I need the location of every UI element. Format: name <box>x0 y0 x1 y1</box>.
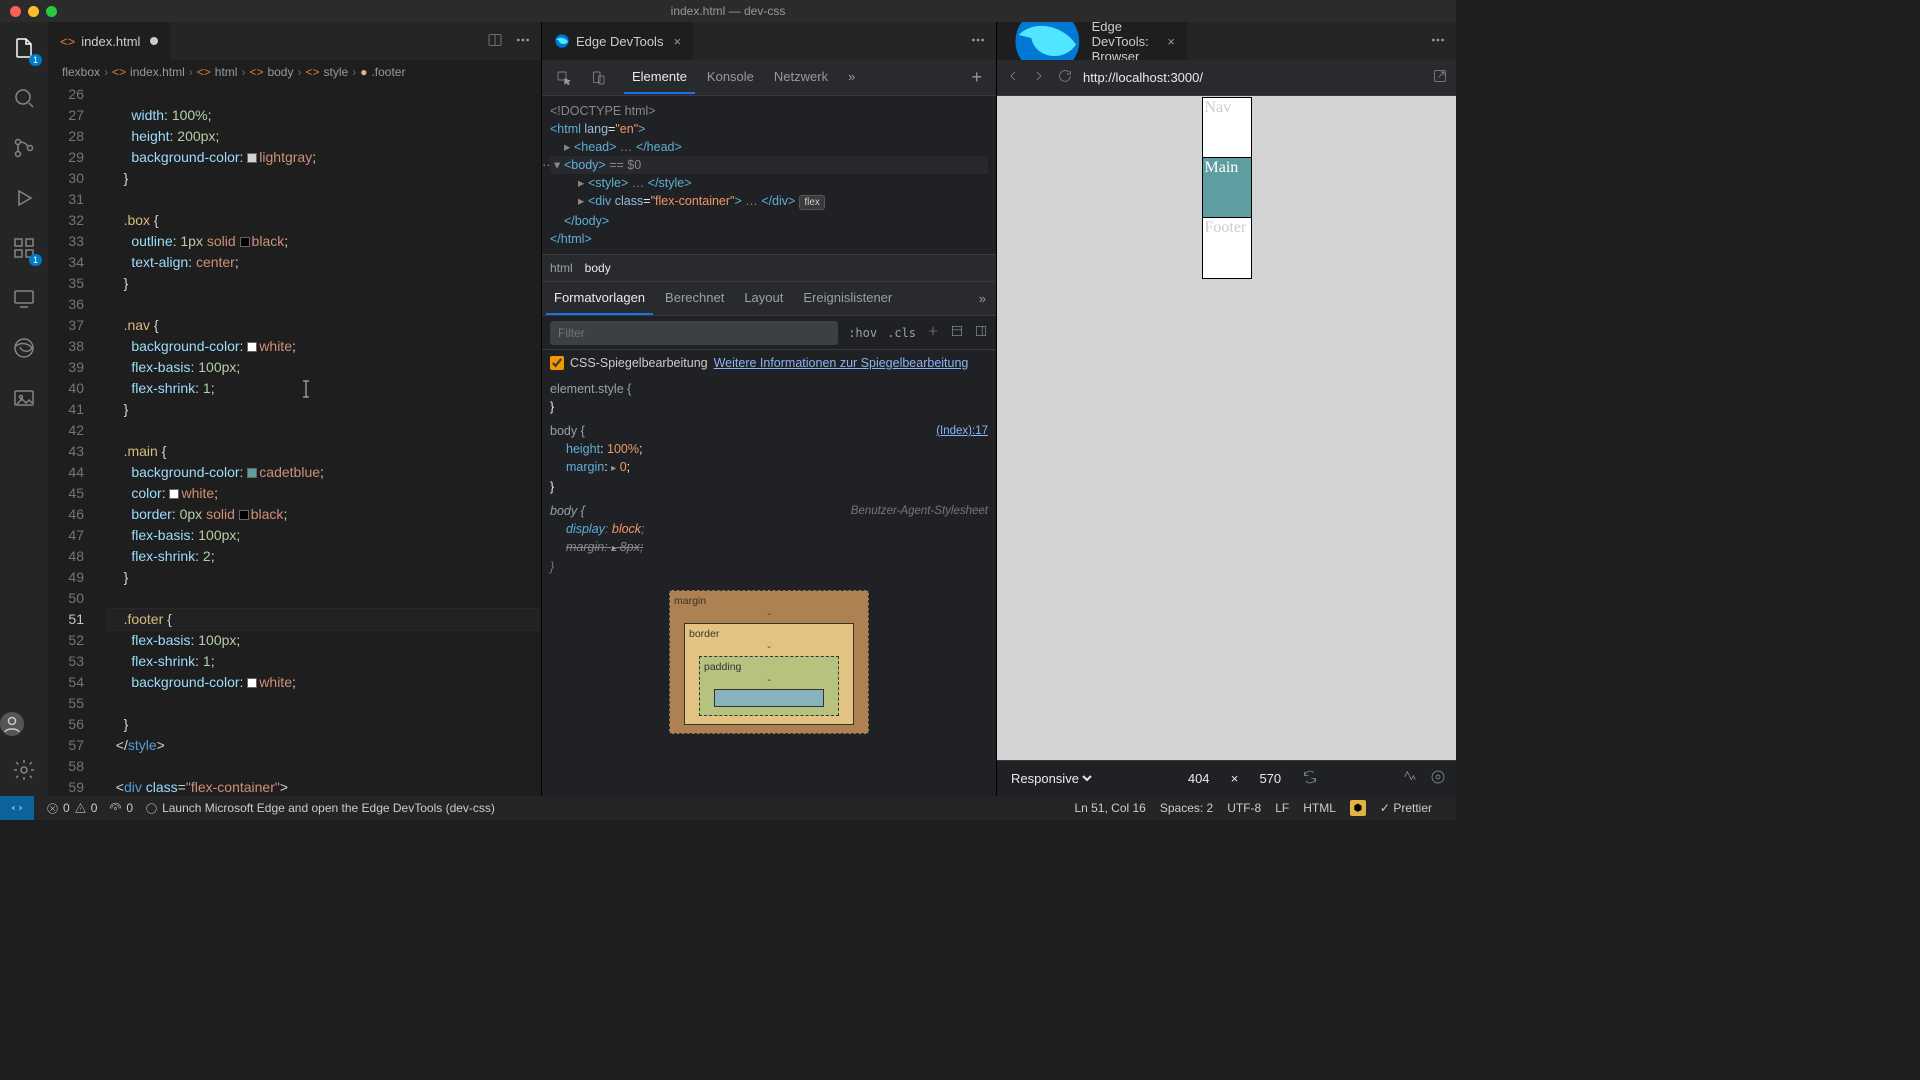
tab-netzwerk[interactable]: Netzwerk <box>766 61 836 94</box>
dirty-indicator-icon <box>150 37 158 45</box>
html-file-icon: <> <box>112 65 126 79</box>
breadcrumb[interactable]: flexbox› <>index.html› <>html› <>body› <… <box>48 60 541 84</box>
inspect-element-icon[interactable] <box>550 64 578 92</box>
flex-badge[interactable]: flex <box>799 195 825 210</box>
dom-breadcrumbs[interactable]: html body <box>542 254 996 282</box>
add-tab-icon[interactable]: + <box>965 67 988 88</box>
close-icon[interactable]: × <box>673 34 681 49</box>
window-title: index.html — dev-css <box>671 4 786 18</box>
cls-toggle[interactable]: .cls <box>887 326 916 340</box>
viewport-height[interactable]: 570 <box>1250 771 1290 786</box>
activity-bar: 1 1 <box>0 22 48 796</box>
emulate-vision-icon[interactable] <box>1430 769 1446 788</box>
eol-status[interactable]: LF <box>1275 801 1289 815</box>
css-mirror-link[interactable]: Weitere Informationen zur Spiegelbearbei… <box>714 356 969 370</box>
reload-icon[interactable] <box>1057 68 1073 87</box>
url-input[interactable] <box>1083 70 1422 85</box>
box-model[interactable]: margin- border- padding- <box>669 590 869 734</box>
explorer-badge: 1 <box>29 54 42 66</box>
more-actions-icon[interactable] <box>1430 32 1446 51</box>
tab-konsole[interactable]: Konsole <box>699 61 762 94</box>
titlebar: index.html — dev-css <box>0 0 1456 22</box>
tab-ereignislistener[interactable]: Ereignislistener <box>795 282 900 315</box>
extensions-icon[interactable]: 1 <box>0 232 48 264</box>
tag-icon: <> <box>249 65 263 79</box>
search-icon[interactable] <box>0 82 48 114</box>
source-link[interactable]: (Index):17 <box>936 422 988 440</box>
tag-icon: <> <box>305 65 319 79</box>
browser-tab[interactable]: Edge DevTools: Browser × <box>997 22 1187 60</box>
toggle-sidebar-icon[interactable] <box>974 324 988 341</box>
styles-filter-input[interactable] <box>550 321 838 345</box>
cursor-position-status[interactable]: Ln 51, Col 16 <box>1074 801 1145 815</box>
launch-status[interactable]: Launch Microsoft Edge and open the Edge … <box>145 801 495 815</box>
preview-viewport[interactable]: Nav Main Footer <box>997 96 1456 760</box>
tag-icon: <> <box>197 65 211 79</box>
indentation-status[interactable]: Spaces: 2 <box>1160 801 1213 815</box>
edge-icon <box>554 33 570 49</box>
remote-explorer-icon[interactable] <box>0 282 48 314</box>
nav-back-icon[interactable] <box>1005 68 1021 87</box>
computed-sidebar-icon[interactable] <box>950 324 964 341</box>
close-icon[interactable]: × <box>1231 771 1239 786</box>
preview-nav-box: Nav <box>1203 98 1251 158</box>
more-actions-icon[interactable] <box>970 32 986 51</box>
new-style-rule-icon[interactable] <box>926 324 940 341</box>
more-styles-tabs-icon[interactable]: » <box>973 291 992 306</box>
css-class-icon: ● <box>360 65 367 79</box>
maximize-window-button[interactable] <box>46 6 57 17</box>
viewport-width[interactable]: 404 <box>1179 771 1219 786</box>
language-mode-status[interactable]: HTML <box>1303 801 1336 815</box>
edge-tools-icon[interactable] <box>0 332 48 364</box>
problems-status[interactable]: 0 0 <box>46 801 97 815</box>
screenshot-icon[interactable] <box>1402 769 1418 788</box>
html-file-icon: <> <box>60 34 75 49</box>
ports-status[interactable]: 0 <box>109 801 133 815</box>
tab-layout[interactable]: Layout <box>736 282 791 315</box>
devtools-panel: Edge DevTools × Elemente Konsole Netzwer… <box>541 22 996 796</box>
code-editor[interactable]: 2627282930313233343536373839404142434445… <box>48 84 541 796</box>
nav-forward-icon[interactable] <box>1031 68 1047 87</box>
tab-formatvorlagen[interactable]: Formatvorlagen <box>546 282 653 315</box>
status-bar: 0 0 0 Launch Microsoft Edge and open the… <box>0 796 1456 820</box>
css-mirror-label: CSS-Spiegelbearbeitung <box>570 356 708 370</box>
responsive-select[interactable]: Responsive <box>1007 770 1095 787</box>
more-tabs-icon[interactable]: » <box>840 61 863 94</box>
rotate-icon[interactable] <box>1302 769 1318 788</box>
encoding-status[interactable]: UTF-8 <box>1227 801 1261 815</box>
prettier-status[interactable]: ✓ Prettier <box>1380 801 1432 815</box>
explorer-icon[interactable]: 1 <box>0 32 48 64</box>
device-emulation-icon[interactable] <box>584 64 612 92</box>
text-cursor-icon <box>298 380 314 398</box>
eslint-icon[interactable]: ⬢ <box>1350 800 1366 816</box>
editor-panel: <> index.html flexbox› <>index.html› <>h… <box>48 22 541 796</box>
dom-tree[interactable]: <!DOCTYPE html> <html lang="en"> ▸<head>… <box>542 96 996 254</box>
css-mirror-checkbox[interactable] <box>550 356 564 370</box>
settings-gear-icon[interactable] <box>0 754 48 786</box>
remote-indicator[interactable] <box>0 796 34 820</box>
minimize-window-button[interactable] <box>28 6 39 17</box>
editor-tab-index-html[interactable]: <> index.html <box>48 22 171 60</box>
image-preview-icon[interactable] <box>0 382 48 414</box>
tab-berechnet[interactable]: Berechnet <box>657 282 732 315</box>
tab-filename: index.html <box>81 34 140 49</box>
run-debug-icon[interactable] <box>0 182 48 214</box>
ua-stylesheet-label: Benutzer-Agent-Stylesheet <box>851 502 988 520</box>
source-control-icon[interactable] <box>0 132 48 164</box>
tab-elemente[interactable]: Elemente <box>624 61 695 94</box>
close-icon[interactable]: × <box>1167 34 1175 49</box>
split-editor-icon[interactable] <box>487 32 503 51</box>
devtools-tab[interactable]: Edge DevTools × <box>542 22 693 60</box>
hov-toggle[interactable]: :hov <box>848 326 877 340</box>
account-icon[interactable] <box>0 712 24 736</box>
preview-main-box: Main <box>1203 158 1251 218</box>
preview-footer-box: Footer <box>1203 218 1251 278</box>
browser-preview-panel: Edge DevTools: Browser × Nav Main <box>996 22 1456 796</box>
extensions-badge: 1 <box>29 254 42 266</box>
close-window-button[interactable] <box>10 6 21 17</box>
more-actions-icon[interactable] <box>515 32 531 51</box>
open-external-icon[interactable] <box>1432 68 1448 87</box>
